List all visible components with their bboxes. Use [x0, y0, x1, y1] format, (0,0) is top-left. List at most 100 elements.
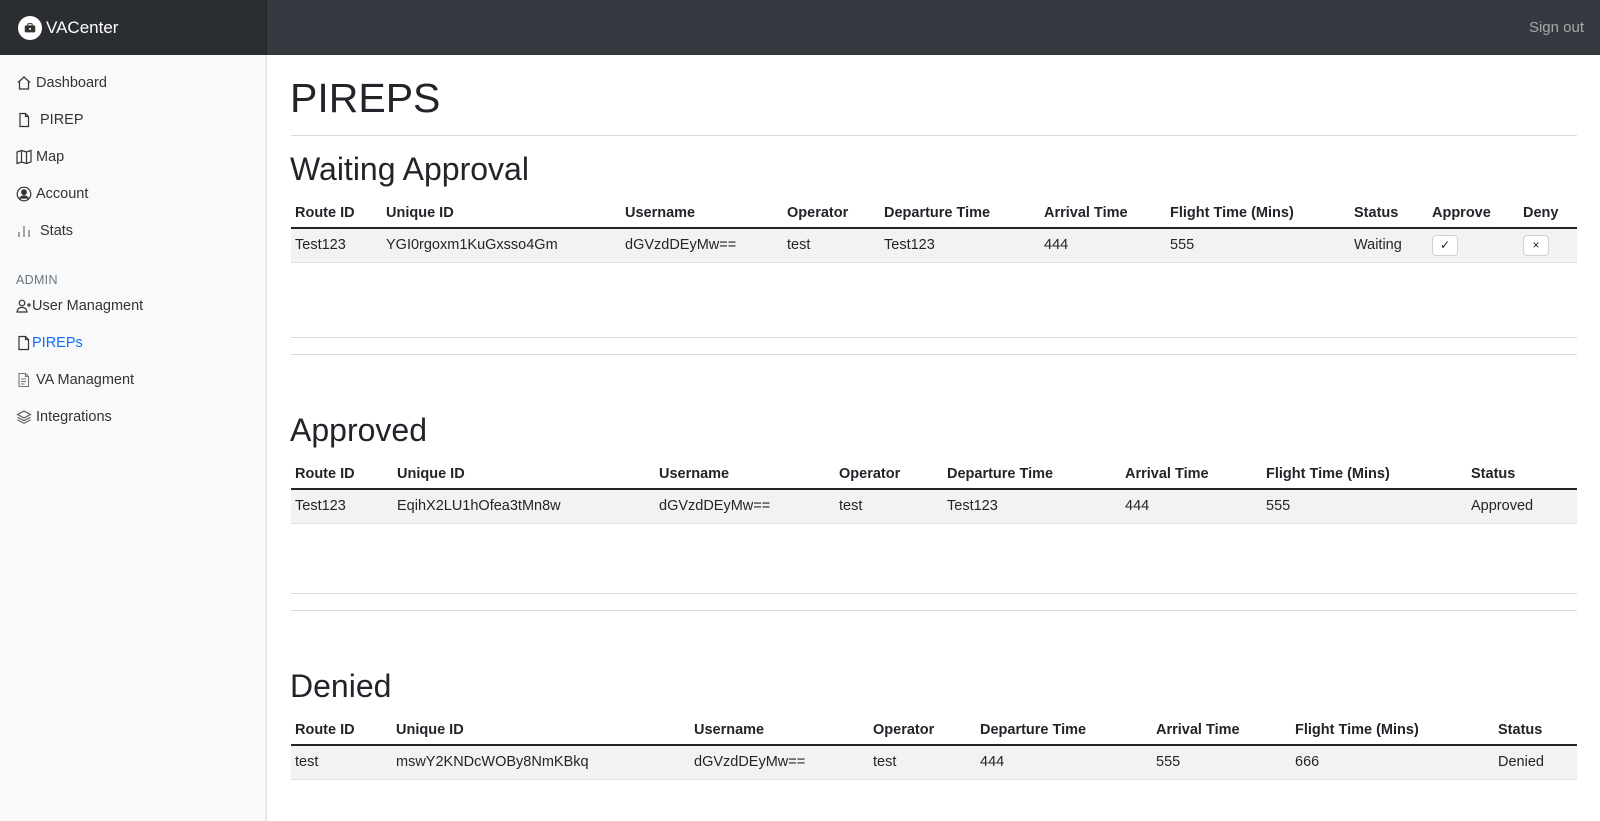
- column-header: Deny: [1519, 198, 1577, 229]
- table-cell: Test123: [291, 228, 382, 263]
- top-navbar: VACenter Sign out: [0, 0, 1600, 55]
- sidebar-item-map[interactable]: Map: [16, 146, 64, 168]
- column-header: Departure Time: [880, 198, 1040, 229]
- sidebar-item-integrations[interactable]: Integrations: [16, 406, 112, 428]
- table-cell: 555: [1166, 228, 1350, 263]
- table-cell: Test123: [943, 489, 1121, 524]
- column-header: Operator: [783, 198, 880, 229]
- sidebar-item-label: Stats: [40, 223, 74, 239]
- approved-heading: Approved: [290, 412, 427, 448]
- sidebar-item-pireps[interactable]: PIREPs: [16, 332, 83, 354]
- table-cell: test: [869, 745, 976, 780]
- column-header: Unique ID: [392, 715, 690, 746]
- deny-cell: ×: [1519, 228, 1577, 263]
- divider: [291, 135, 1577, 136]
- sidebar: Dashboard PIREP Map Account Stats ADMIN …: [0, 55, 267, 821]
- column-header: Status: [1467, 459, 1577, 490]
- table-cell: 444: [976, 745, 1152, 780]
- column-header: Departure Time: [976, 715, 1152, 746]
- person-plus-icon: [16, 299, 31, 313]
- waiting-approval-heading: Waiting Approval: [290, 151, 529, 187]
- column-header: Username: [655, 459, 835, 490]
- sidebar-item-label: PIREP: [40, 112, 84, 128]
- sidebar-item-dashboard[interactable]: Dashboard: [16, 72, 107, 94]
- sidebar-item-label: Map: [36, 149, 65, 165]
- person-circle-icon: [16, 186, 32, 202]
- page-title: PIREPS: [290, 75, 441, 121]
- table-row: test mswY2KNDcWOBy8NmKBkq dGVzdDEyMw== t…: [291, 745, 1577, 780]
- column-header: Operator: [869, 715, 976, 746]
- divider: [291, 610, 1577, 611]
- table-cell: test: [835, 489, 943, 524]
- divider: [291, 337, 1577, 338]
- table-cell: Approved: [1467, 489, 1577, 524]
- table-cell: 444: [1121, 489, 1262, 524]
- table-cell: 666: [1291, 745, 1494, 780]
- column-header: Status: [1350, 198, 1428, 229]
- approved-table: Route ID Unique ID Username Operator Dep…: [291, 459, 1577, 524]
- column-header: Username: [690, 715, 869, 746]
- sidebar-item-pirep[interactable]: PIREP: [16, 109, 84, 131]
- divider: [291, 354, 1577, 355]
- column-header: Status: [1494, 715, 1577, 746]
- sidebar-item-label: PIREPs: [32, 335, 83, 351]
- table-cell: YGI0rgoxm1KuGxsso4Gm: [382, 228, 621, 263]
- sidebar-item-label: Integrations: [36, 409, 112, 425]
- table-cell: dGVzdDEyMw==: [621, 228, 783, 263]
- column-header: Unique ID: [382, 198, 621, 229]
- table-header-row: Route ID Unique ID Username Operator Dep…: [291, 715, 1577, 746]
- main-content: PIREPS Waiting Approval Route ID Unique …: [290, 55, 1577, 821]
- file-icon: [18, 335, 30, 351]
- brand[interactable]: VACenter: [0, 0, 267, 55]
- column-header: Flight Time (Mins): [1262, 459, 1467, 490]
- table-cell: Test123: [291, 489, 393, 524]
- column-header: Flight Time (Mins): [1291, 715, 1494, 746]
- column-header: Unique ID: [393, 459, 655, 490]
- column-header: Username: [621, 198, 783, 229]
- table-cell: 555: [1152, 745, 1291, 780]
- column-header: Route ID: [291, 715, 392, 746]
- column-header: Operator: [835, 459, 943, 490]
- denied-heading: Denied: [290, 668, 392, 704]
- file-text-icon: [18, 372, 30, 388]
- sidebar-item-account[interactable]: Account: [16, 183, 88, 205]
- brand-name: VACenter: [46, 17, 119, 37]
- table-cell: Denied: [1494, 745, 1577, 780]
- table-header-row: Route ID Unique ID Username Operator Dep…: [291, 198, 1577, 229]
- column-header: Departure Time: [943, 459, 1121, 490]
- sidebar-item-label: VA Managment: [36, 372, 135, 388]
- table-cell: dGVzdDEyMw==: [655, 489, 835, 524]
- column-header: Route ID: [291, 198, 382, 229]
- column-header: Arrival Time: [1121, 459, 1262, 490]
- column-header: Arrival Time: [1152, 715, 1291, 746]
- waiting-approval-table: Route ID Unique ID Username Operator Dep…: [291, 198, 1577, 263]
- column-header: Arrival Time: [1040, 198, 1166, 229]
- deny-button[interactable]: ×: [1523, 234, 1549, 256]
- table-row: Test123 YGI0rgoxm1KuGxsso4Gm dGVzdDEyMw=…: [291, 228, 1577, 263]
- bar-chart-icon: [18, 226, 30, 237]
- file-icon: [19, 112, 30, 128]
- table-cell: 555: [1262, 489, 1467, 524]
- column-header: Route ID: [291, 459, 393, 490]
- sidebar-item-user-managment[interactable]: User Managment: [16, 295, 143, 317]
- table-cell: 444: [1040, 228, 1166, 263]
- table-cell: dGVzdDEyMw==: [690, 745, 869, 780]
- column-header: Approve: [1428, 198, 1519, 229]
- approve-button[interactable]: ✓: [1432, 234, 1458, 256]
- house-icon: [17, 76, 31, 90]
- table-cell: EqihX2LU1hOfea3tMn8w: [393, 489, 655, 524]
- table-cell: Test123: [880, 228, 1040, 263]
- approve-cell: ✓: [1428, 228, 1519, 263]
- table-row: Test123 EqihX2LU1hOfea3tMn8w dGVzdDEyMw=…: [291, 489, 1577, 524]
- denied-table: Route ID Unique ID Username Operator Dep…: [291, 715, 1577, 780]
- sidebar-item-va-managment[interactable]: VA Managment: [16, 369, 134, 391]
- table-cell: mswY2KNDcWOBy8NmKBkq: [392, 745, 690, 780]
- sidebar-item-label: Account: [36, 186, 89, 202]
- sidebar-item-label: Dashboard: [36, 75, 107, 91]
- table-cell: test: [783, 228, 880, 263]
- sidebar-item-stats[interactable]: Stats: [16, 220, 73, 242]
- sidebar-item-label: User Managment: [32, 298, 144, 314]
- table-cell: test: [291, 745, 392, 780]
- divider: [291, 593, 1577, 594]
- sign-out-link[interactable]: Sign out: [1529, 19, 1584, 36]
